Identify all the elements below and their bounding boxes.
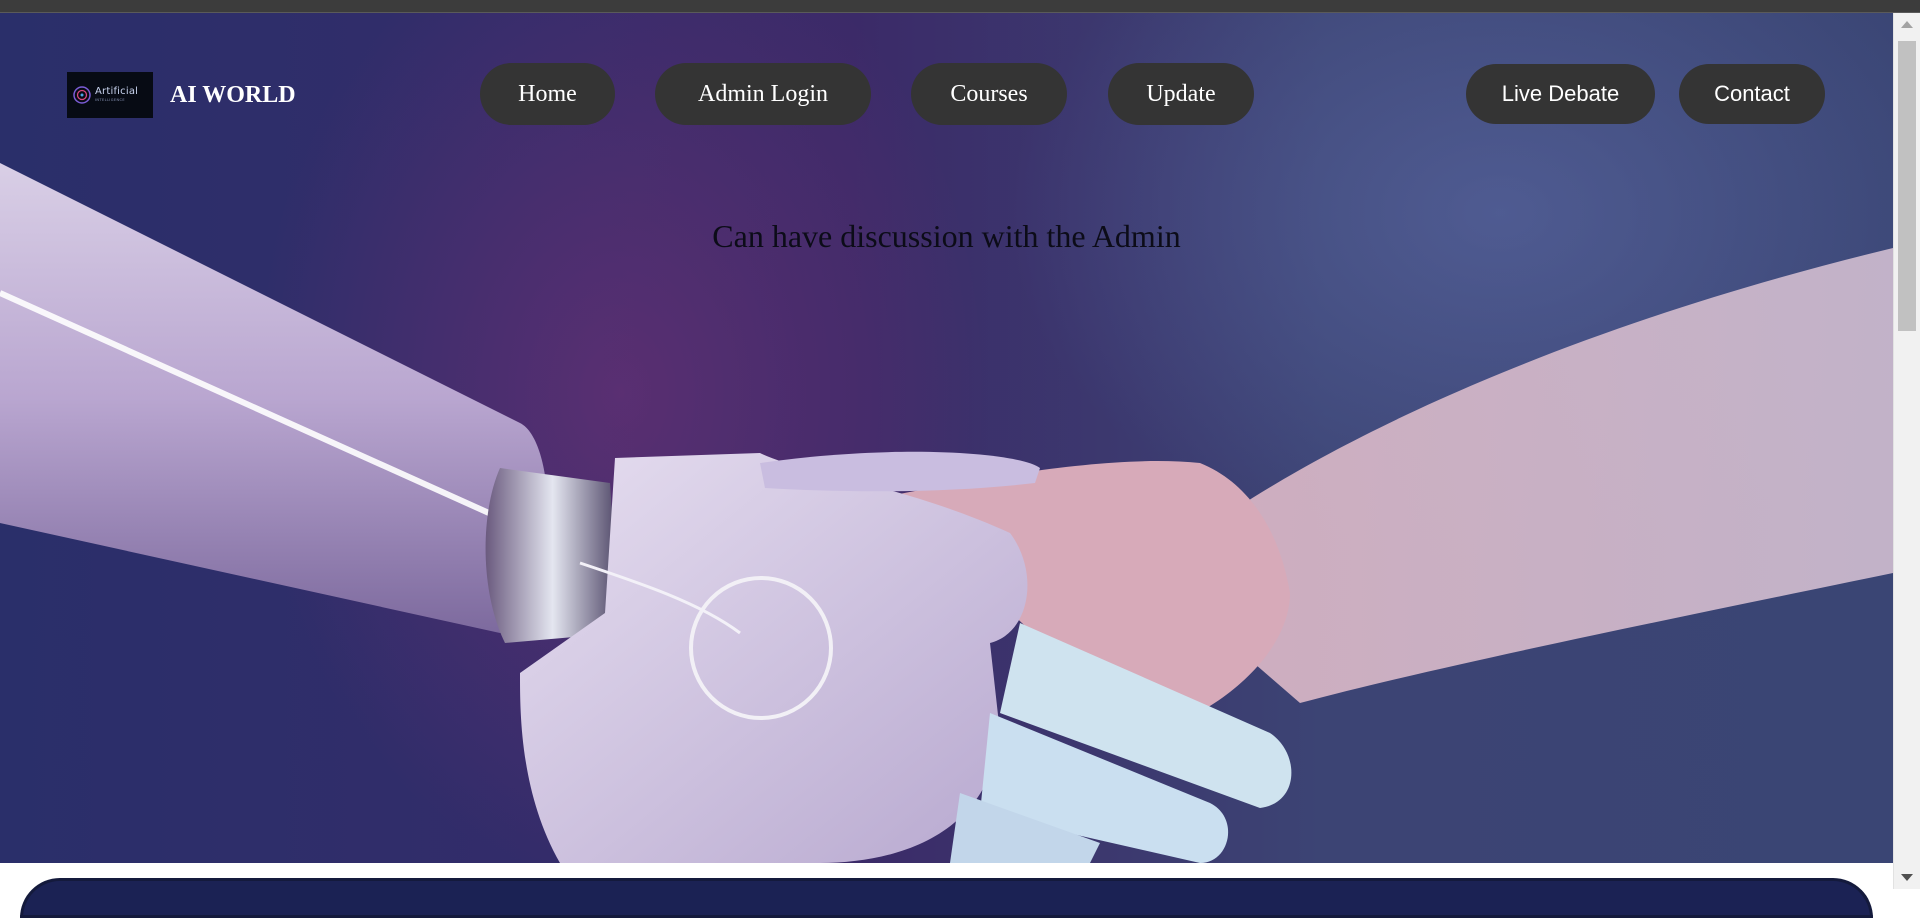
nav-update-button[interactable]: Update <box>1108 63 1254 125</box>
scrollbar-thumb[interactable] <box>1898 41 1916 331</box>
scroll-up-icon[interactable] <box>1901 21 1913 28</box>
site-logo[interactable]: Artificial INTELLIGENCE <box>67 72 153 118</box>
nav-admin-login-button[interactable]: Admin Login <box>655 63 871 125</box>
hero-section: Artificial INTELLIGENCE AI WORLD Home Ad… <box>0 13 1893 863</box>
ai-brain-icon <box>73 86 91 104</box>
logo-subtext: INTELLIGENCE <box>95 98 125 103</box>
scroll-down-icon[interactable] <box>1901 874 1913 881</box>
browser-top-strip <box>0 0 1920 13</box>
next-section-edge <box>20 878 1873 918</box>
brand[interactable]: Artificial INTELLIGENCE AI WORLD <box>67 72 296 118</box>
logo-text: Artificial <box>95 86 139 98</box>
hero-heading: Can have discussion with the Admin <box>712 218 1181 254</box>
robot-human-handshake-image <box>0 163 1893 863</box>
nav-home-button[interactable]: Home <box>480 63 615 125</box>
brand-name[interactable]: AI WORLD <box>170 82 296 109</box>
nav-contact-button[interactable]: Contact <box>1679 64 1825 124</box>
nav-live-debate-button[interactable]: Live Debate <box>1466 64 1655 124</box>
page-scrollbar[interactable] <box>1893 13 1920 889</box>
nav-courses-button[interactable]: Courses <box>911 63 1067 125</box>
